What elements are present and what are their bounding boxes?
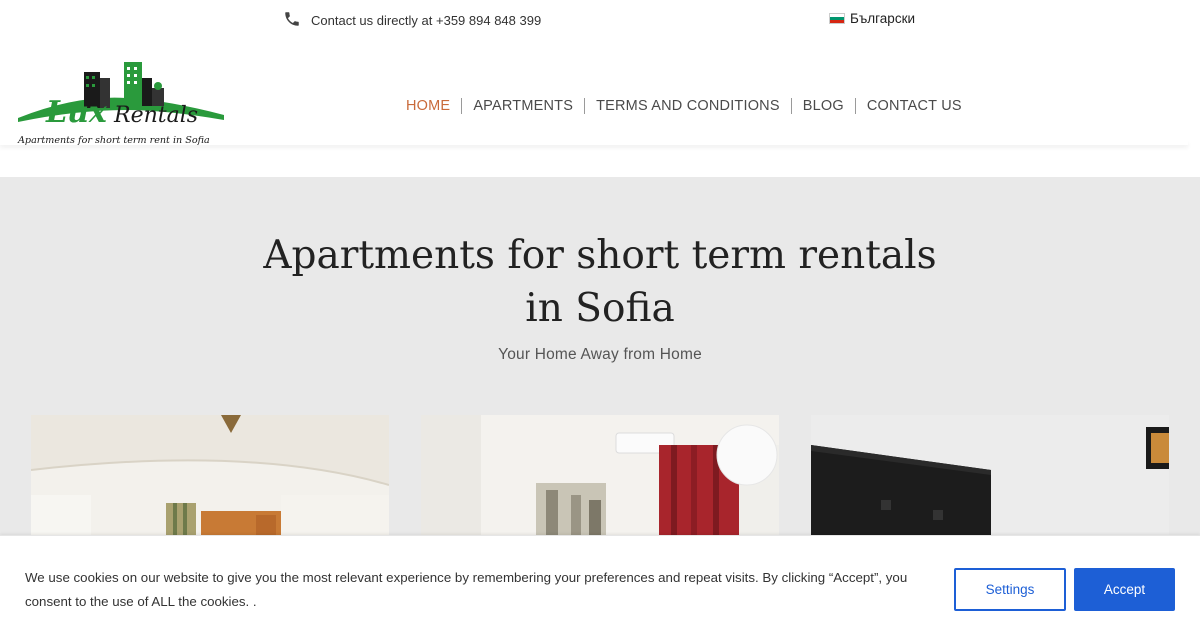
language-switcher[interactable]: Български — [829, 11, 915, 26]
site-header: Lux Rentals Apartments for short term re… — [0, 40, 1200, 177]
cookie-accept-button[interactable]: Accept — [1074, 568, 1175, 611]
site-logo[interactable]: Lux Rentals Apartments for short term re… — [16, 60, 231, 152]
phone-contact[interactable]: Contact us directly at +359 894 848 399 — [283, 10, 541, 31]
page-subtitle: Your Home Away from Home — [498, 346, 702, 363]
logo-lux-text: Lux — [45, 95, 108, 130]
nav-item-contact[interactable]: CONTACT US — [856, 98, 973, 114]
page-title-line2: in Sofia — [525, 286, 675, 331]
cookie-banner: We use cookies on our website to give yo… — [0, 535, 1200, 630]
language-label: Български — [850, 11, 916, 26]
phone-icon — [283, 10, 301, 31]
logo-rentals-text: Rentals — [113, 103, 198, 128]
main-navigation: HOME APARTMENTS TERMS AND CONDITIONS BLO… — [395, 98, 973, 114]
page-title-line1: Apartments for short term rentals — [263, 233, 937, 278]
nav-item-terms[interactable]: TERMS AND CONDITIONS — [585, 98, 791, 114]
cookie-message: We use cookies on our website to give yo… — [25, 570, 908, 609]
phone-text: Contact us directly at +359 894 848 399 — [311, 13, 542, 28]
logo-tagline: Apartments for short term rent in Sofia — [17, 135, 210, 146]
nav-item-home[interactable]: HOME — [395, 98, 461, 114]
bulgarian-flag-icon — [829, 13, 845, 24]
nav-item-apartments[interactable]: APARTMENTS — [462, 98, 584, 114]
page-title: Apartments for short term rentals in Sof… — [250, 229, 950, 335]
top-bar: Contact us directly at +359 894 848 399 … — [0, 0, 1200, 40]
nav-item-blog[interactable]: BLOG — [792, 98, 855, 114]
cookie-settings-button[interactable]: Settings — [954, 568, 1066, 611]
